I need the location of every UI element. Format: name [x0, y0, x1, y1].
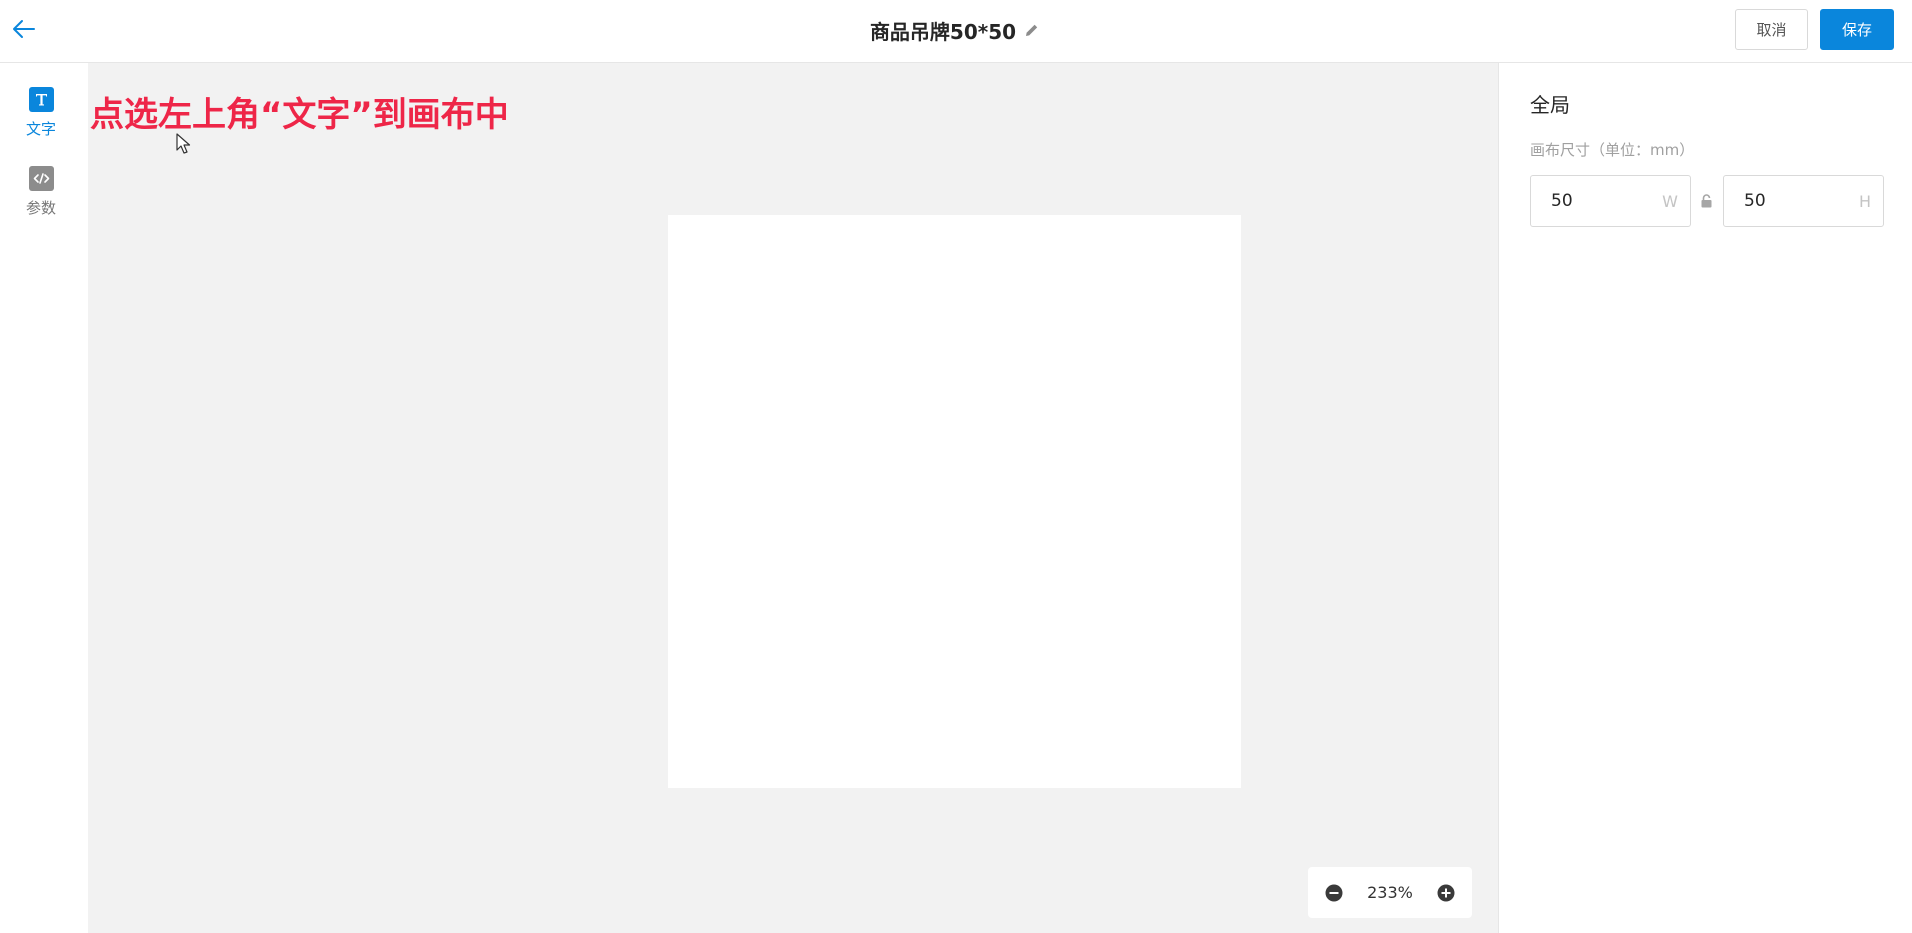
width-value: 50 — [1551, 191, 1573, 211]
height-input[interactable]: 50 H — [1723, 175, 1884, 227]
zoom-control: 233% — [1308, 867, 1472, 918]
title-group: 商品吊牌50*50 — [0, 0, 1912, 60]
document-title: 商品吊牌50*50 — [869, 19, 1017, 44]
back-button[interactable] — [8, 12, 40, 46]
minus-circle-icon — [1325, 884, 1343, 901]
pencil-icon[interactable] — [1024, 21, 1042, 39]
code-tool-icon — [28, 166, 54, 191]
height-value: 50 — [1744, 191, 1766, 211]
plus-circle-icon — [1437, 884, 1455, 901]
top-bar: 商品吊牌50*50 取消 保存 — [0, 0, 1912, 63]
zoom-level: 233% — [1367, 883, 1413, 902]
arrow-left-icon — [13, 20, 35, 38]
workspace: 点选左上角“文字”到画布中 233% — [88, 63, 1498, 933]
panel-title: 全局 — [1530, 93, 1570, 117]
properties-panel: 全局 画布尺寸（单位：mm） 50 W 50 H — [1498, 63, 1912, 933]
text-tool-label: 文字 — [25, 120, 56, 138]
lock-icon[interactable] — [1700, 194, 1713, 208]
zoom-out-button[interactable] — [1324, 883, 1344, 903]
design-canvas[interactable] — [668, 215, 1241, 788]
canvas-size-label: 画布尺寸（单位：mm） — [1530, 141, 1695, 159]
width-input[interactable]: 50 W — [1530, 175, 1691, 227]
tool-rail: 文字 参数 — [0, 63, 88, 933]
text-tool-icon — [28, 87, 54, 112]
param-tool[interactable]: 参数 — [0, 166, 82, 218]
mouse-cursor-icon — [176, 133, 191, 154]
text-tool[interactable]: 文字 — [0, 87, 82, 139]
width-unit: W — [1662, 191, 1678, 211]
height-unit: H — [1858, 191, 1871, 211]
instruction-text: 点选左上角“文字”到画布中 — [90, 95, 509, 135]
param-tool-label: 参数 — [25, 199, 56, 217]
save-button[interactable]: 保存 — [1820, 9, 1894, 50]
cancel-button[interactable]: 取消 — [1735, 9, 1808, 50]
zoom-in-button[interactable] — [1436, 883, 1456, 903]
